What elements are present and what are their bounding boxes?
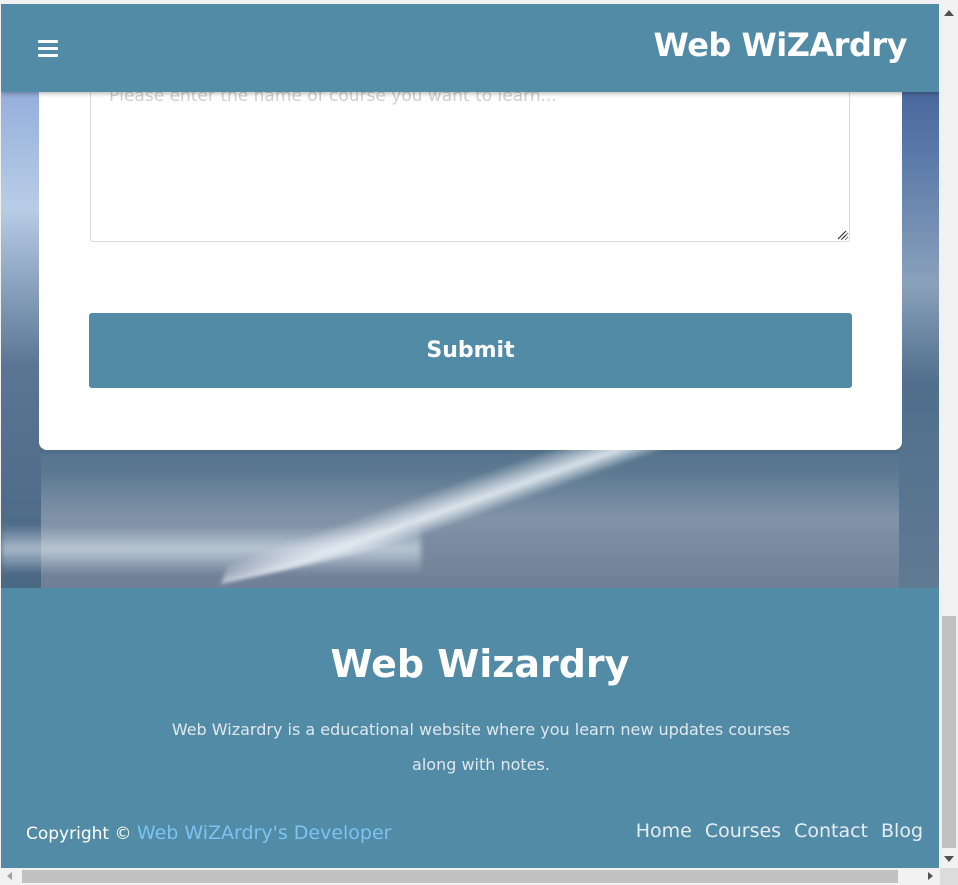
- wave-foam-lower: [1, 524, 421, 574]
- copyright: Copyright © Web WiZArdry's Developer: [26, 822, 392, 844]
- hamburger-icon[interactable]: [34, 37, 62, 59]
- site-brand[interactable]: Web WiZArdry: [654, 26, 908, 64]
- page: Web WiZArdry Submit Web Wizardry Web Wiz…: [1, 4, 939, 868]
- scroll-right-arrow-icon[interactable]: [928, 872, 933, 880]
- footer-description: Web Wizardry is a educational website wh…: [171, 720, 791, 774]
- developer-link[interactable]: Web WiZArdry's Developer: [137, 822, 392, 844]
- footer-nav-courses[interactable]: Courses: [705, 820, 781, 842]
- copyright-text: Copyright ©: [26, 824, 132, 844]
- footer-nav-blog[interactable]: Blog: [881, 820, 923, 842]
- horizontal-scrollbar[interactable]: [0, 868, 940, 885]
- footer-nav-home[interactable]: Home: [636, 820, 692, 842]
- footer-nav: Home Courses Contact Blog: [636, 820, 923, 842]
- scroll-up-arrow-icon[interactable]: [944, 10, 954, 16]
- scroll-down-arrow-icon[interactable]: [944, 856, 954, 862]
- vertical-scrollbar[interactable]: [940, 4, 958, 868]
- course-request-card: Submit: [39, 64, 902, 450]
- resize-grip-icon[interactable]: [837, 230, 847, 240]
- browser-viewport: Web WiZArdry Submit Web Wizardry Web Wiz…: [0, 0, 958, 885]
- scroll-left-arrow-icon[interactable]: [7, 872, 12, 880]
- footer-nav-contact[interactable]: Contact: [794, 820, 868, 842]
- footer-title: Web Wizardry: [330, 642, 630, 686]
- scrollbar-corner: [940, 868, 958, 885]
- submit-button[interactable]: Submit: [89, 313, 852, 388]
- vertical-scroll-thumb[interactable]: [942, 616, 956, 848]
- horizontal-scroll-thumb[interactable]: [22, 870, 898, 883]
- site-footer: Web Wizardry Web Wizardry is a education…: [1, 588, 939, 868]
- site-header: Web WiZArdry: [1, 4, 939, 92]
